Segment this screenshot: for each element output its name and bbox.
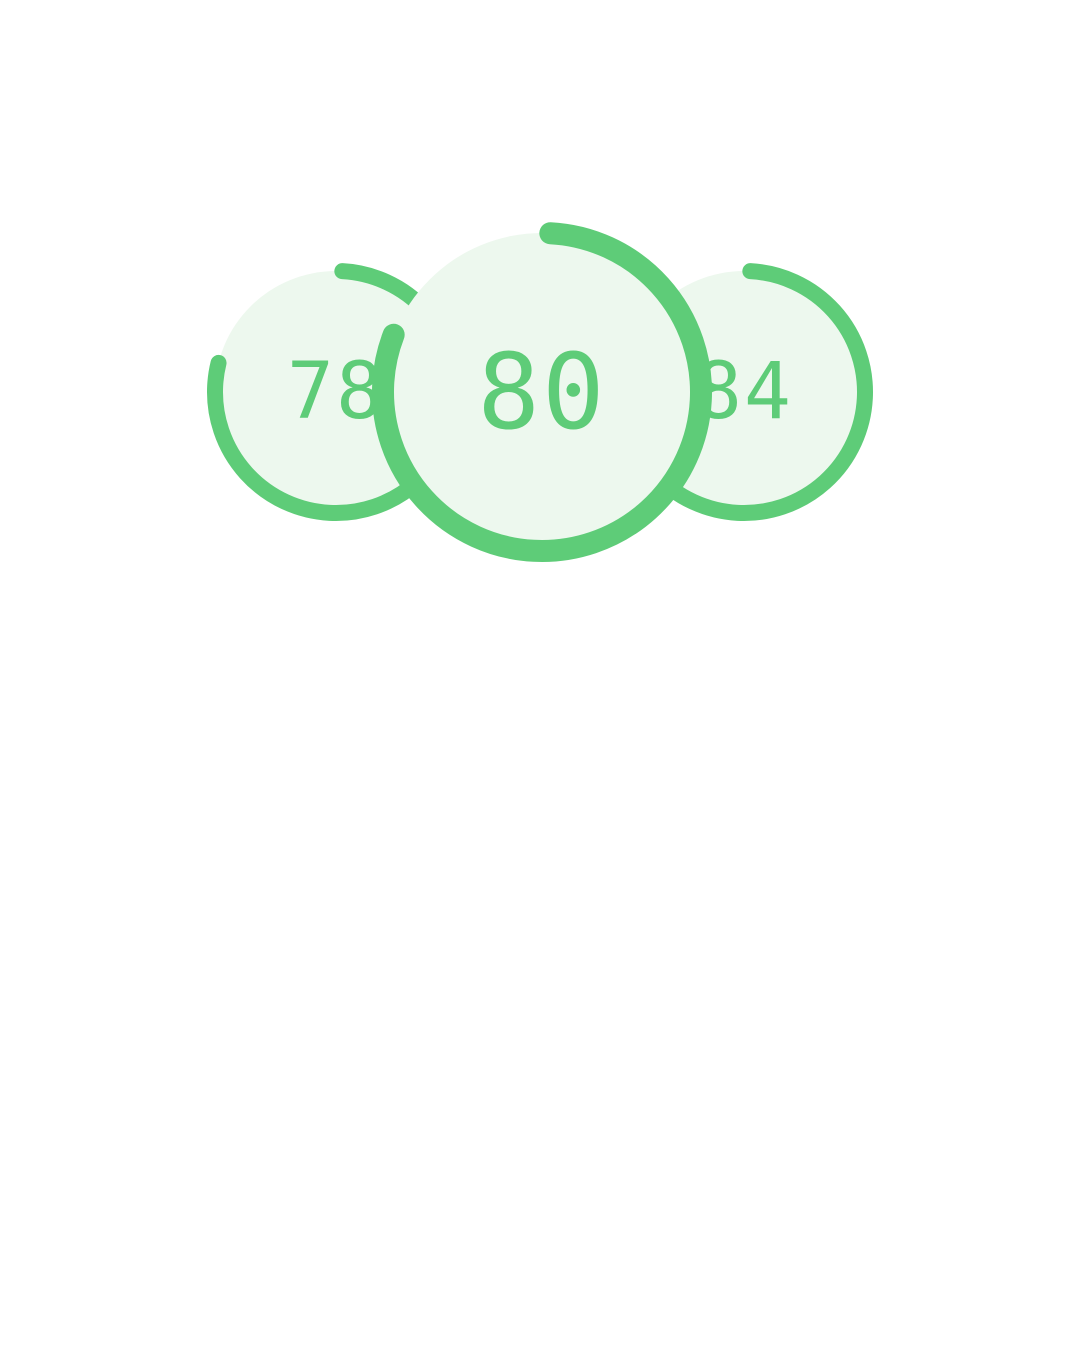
score-gauge-center[interactable]: 80 — [372, 221, 712, 562]
score-gauge-cluster: 78 84 80 — [0, 0, 1080, 1350]
score-value: 80 — [477, 331, 607, 453]
